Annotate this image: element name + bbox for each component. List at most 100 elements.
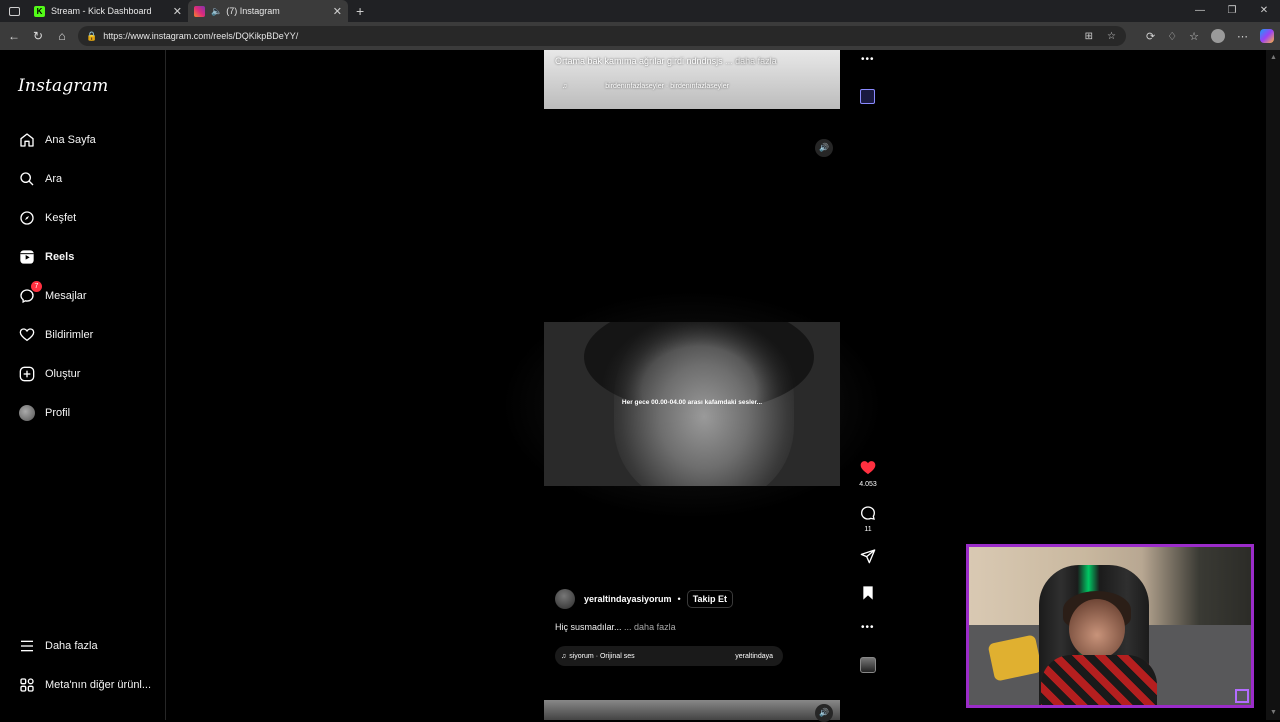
address-toolbar: ← ↻ ⌂ 🔒 https://www.instagram.com/reels/… <box>0 22 1280 50</box>
extensions-icon[interactable]: ⟳ <box>1146 30 1155 43</box>
reels-icon <box>18 248 36 266</box>
video-subtitle: Her gece 00.00-04.00 arası kafamdaki ses… <box>621 399 763 406</box>
sidebar-item-home[interactable]: Ana Sayfa <box>18 130 96 150</box>
settings-more-icon[interactable]: ⋯ <box>1237 30 1248 43</box>
comment-count: 11 <box>864 526 872 533</box>
search-icon <box>18 170 36 188</box>
speaker-icon[interactable]: 🔈 <box>211 6 222 17</box>
music-note-icon: ♫ <box>562 83 568 90</box>
volume-icon[interactable]: 🔊 <box>815 139 833 157</box>
messages-badge: 7 <box>31 281 42 292</box>
menu-icon <box>18 637 36 655</box>
like-icon[interactable] <box>858 460 878 480</box>
author-avatar[interactable] <box>555 589 575 609</box>
scroll-down-icon[interactable]: ▼ <box>1270 709 1277 716</box>
tab-kick-dashboard[interactable]: K Stream - Kick Dashboard ✕ <box>28 0 188 22</box>
back-icon[interactable]: ← <box>2 29 26 43</box>
previous-reel[interactable]: Ortama bak kamıma ağrılar girdi ndndnsjs… <box>544 50 840 109</box>
more-link[interactable]: ... daha fazla <box>725 56 777 66</box>
instagram-favicon-icon <box>194 5 205 17</box>
music-note-icon: ♫ <box>561 652 567 660</box>
sidebar-item-search[interactable]: Ara <box>18 169 62 189</box>
cam-person-shirt <box>1041 655 1157 705</box>
url-bar[interactable]: 🔒 https://www.instagram.com/reels/DQKikp… <box>78 26 1126 46</box>
sidebar-item-more[interactable]: Daha fazla <box>18 636 98 656</box>
more-options-icon[interactable]: ••• <box>861 54 875 65</box>
sidebar-item-create[interactable]: Oluştur <box>18 364 80 384</box>
sidebar-item-explore[interactable]: Keşfet <box>18 208 76 228</box>
refresh-icon[interactable]: ↻ <box>26 29 50 43</box>
audio-name: siyorum · Orijinal ses <box>569 652 635 660</box>
cam-frame-accent <box>969 544 1169 547</box>
more-link[interactable]: ... daha fazla <box>624 622 676 632</box>
new-tab-button[interactable]: + <box>356 3 364 19</box>
tab-title: Stream - Kick Dashboard <box>51 6 152 16</box>
reel-video[interactable]: Her gece 00.00-04.00 arası kafamdaki ses… <box>544 322 840 486</box>
music-name: birdenınfazlaseyler <box>670 83 729 90</box>
sidebar-item-notifications[interactable]: Bildirimler <box>18 325 93 345</box>
tab-actions-icon[interactable] <box>0 0 28 22</box>
caption-text: Ortama bak kamıma ağrılar girdi ndndnsjs <box>555 56 723 66</box>
page-scrollbar[interactable]: ▲ ▼ <box>1266 50 1280 720</box>
sidebar-item-profile[interactable]: Profil <box>18 403 70 423</box>
tab-title: (7) Instagram <box>226 6 280 16</box>
webcam-overlay <box>966 544 1254 708</box>
sidebar-item-label: Keşfet <box>45 212 77 224</box>
reel-author: yeraltindayasiyorum • Takip Et <box>555 589 734 609</box>
caption-text: Hiç susmadılar... <box>555 622 622 632</box>
profile-avatar <box>18 404 36 422</box>
audio-user: yeraltindaya <box>735 652 773 660</box>
reel-audio[interactable]: ♫ siyorum · Orijinal ses yeraltindaya <box>555 646 783 666</box>
sidebar-item-label: Reels <box>45 251 75 263</box>
browser-tabbar: K Stream - Kick Dashboard ✕ 🔈 (7) Instag… <box>0 0 1280 22</box>
sidebar-item-messages[interactable]: 7 Mesajlar <box>18 281 87 306</box>
sidebar-item-reels[interactable]: Reels <box>18 247 74 267</box>
copilot-icon[interactable] <box>1260 29 1274 43</box>
save-icon[interactable] <box>858 585 878 606</box>
next-reel-preview[interactable] <box>544 700 840 720</box>
favorite-star-icon[interactable]: ☆ <box>1107 31 1116 42</box>
music-user: birdenınfazlaseyler <box>605 83 664 90</box>
sidebar-item-label: Mesajlar <box>45 290 87 302</box>
cam-person-head <box>1069 599 1125 659</box>
like-count: 4.053 <box>859 481 877 488</box>
sidebar-item-label: Ana Sayfa <box>45 134 96 146</box>
audio-thumbnail[interactable] <box>860 657 876 673</box>
compass-icon <box>18 209 36 227</box>
share-icon[interactable] <box>858 548 878 569</box>
sidebar-item-label: Bildirimler <box>45 329 94 341</box>
close-window-icon[interactable]: ✕ <box>1248 0 1280 22</box>
restore-icon[interactable]: ❐ <box>1216 0 1248 22</box>
tab-close-icon[interactable]: ✕ <box>333 5 342 18</box>
follow-button[interactable]: Takip Et <box>686 590 734 608</box>
home-browser-icon[interactable]: ⌂ <box>50 29 74 43</box>
previous-reel-music[interactable]: ♫ birdenınfazlaseyler · birdenınfazlasey… <box>562 83 729 90</box>
volume-icon[interactable]: 🔊 <box>815 704 833 722</box>
lock-icon[interactable]: 🔒 <box>86 31 97 42</box>
heart-icon <box>18 326 36 344</box>
reel-menu-icon[interactable] <box>860 89 875 104</box>
messenger-icon: 7 <box>18 281 42 305</box>
kick-favicon-icon: K <box>34 5 45 17</box>
comment-icon[interactable] <box>858 505 878 526</box>
app-available-icon[interactable]: ⊞ <box>1085 31 1093 42</box>
tab-instagram[interactable]: 🔈 (7) Instagram ✕ <box>188 0 348 22</box>
plus-square-icon <box>18 365 36 383</box>
tab-close-icon[interactable]: ✕ <box>173 5 182 18</box>
scroll-up-icon[interactable]: ▲ <box>1270 54 1277 61</box>
more-options-icon[interactable]: ••• <box>861 622 875 633</box>
reel-caption: Hiç susmadılar... ... daha fazla <box>555 622 676 632</box>
sidebar-item-meta-products[interactable]: Meta'nın diğer ürünl... <box>18 675 151 695</box>
instagram-sidebar: Instagram Ana Sayfa Ara Keşfet Reels 7 M… <box>0 50 166 720</box>
author-username[interactable]: yeraltindayasiyorum <box>584 594 672 604</box>
sidebar-item-label: Meta'nın diğer ürünl... <box>45 679 152 691</box>
browser-essentials-icon[interactable]: ♢ <box>1167 30 1177 43</box>
favorites-icon[interactable]: ☆ <box>1189 30 1199 43</box>
sidebar-item-label: Daha fazla <box>45 640 98 652</box>
cam-frame-corner <box>1235 689 1249 703</box>
instagram-logo[interactable]: Instagram <box>18 76 108 96</box>
window-controls: — ❐ ✕ <box>1184 0 1280 22</box>
minimize-icon[interactable]: — <box>1184 0 1216 22</box>
sidebar-item-label: Profil <box>45 407 71 419</box>
browser-profile-avatar[interactable] <box>1211 29 1225 43</box>
